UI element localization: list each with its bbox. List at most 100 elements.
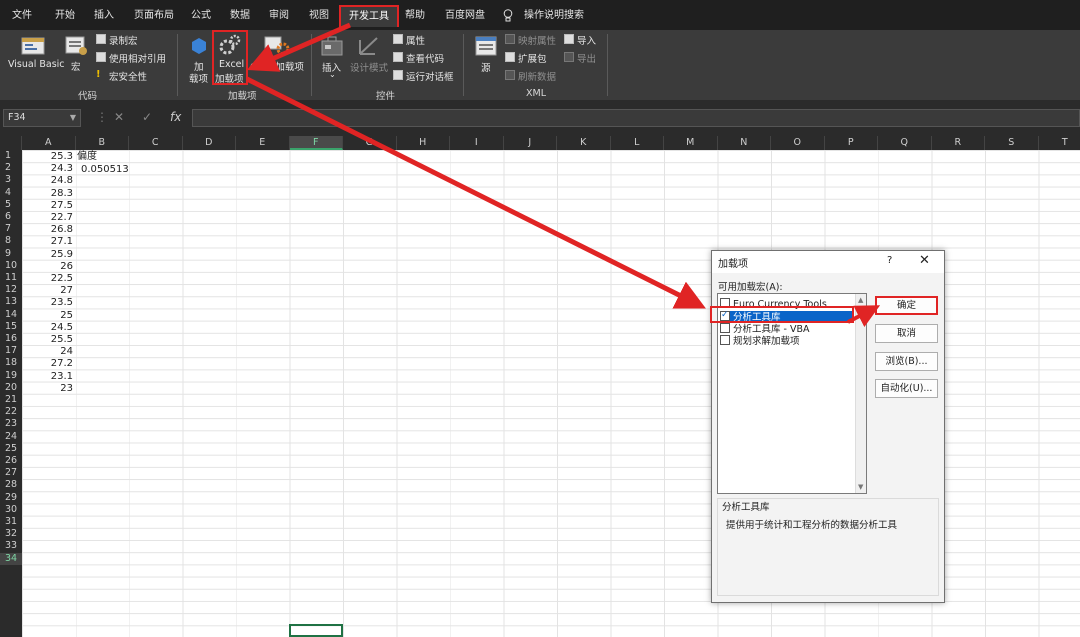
column-header-l[interactable]: L	[611, 136, 664, 150]
row-header-23[interactable]: 23	[0, 418, 22, 430]
row-header-1[interactable]: 1	[0, 150, 22, 162]
tab-formulas[interactable]: 公式	[191, 6, 211, 26]
column-header-a[interactable]: A	[22, 136, 76, 150]
column-header-o[interactable]: O	[771, 136, 825, 150]
column-header-f[interactable]: F	[289, 136, 343, 150]
macros-button[interactable]: 宏	[71, 59, 81, 73]
chevron-down-icon[interactable]: ▼	[70, 110, 76, 126]
row-header-16[interactable]: 16	[0, 333, 22, 345]
cell-a19[interactable]: 23.1	[22, 371, 73, 383]
column-header-k[interactable]: K	[557, 136, 611, 150]
cell-a6[interactable]: 22.7	[22, 212, 73, 224]
column-header-s[interactable]: S	[985, 136, 1039, 150]
cell-a15[interactable]: 24.5	[22, 322, 73, 334]
active-cell[interactable]	[289, 624, 343, 637]
checkbox[interactable]	[720, 323, 730, 333]
cell-a11[interactable]: 22.5	[22, 273, 73, 285]
column-header-n[interactable]: N	[718, 136, 771, 150]
scroll-up-icon[interactable]: ▲	[858, 296, 863, 304]
row-header-28[interactable]: 28	[0, 479, 22, 491]
column-header-i[interactable]: I	[450, 136, 504, 150]
tab-insert[interactable]: 插入	[94, 6, 114, 26]
ok-button[interactable]: 确定	[875, 296, 938, 315]
cell-a9[interactable]: 25.9	[22, 249, 73, 261]
row-header-19[interactable]: 19	[0, 370, 22, 382]
close-button[interactable]: ✕	[919, 253, 930, 268]
cell-a17[interactable]: 24	[22, 346, 73, 358]
row-header-21[interactable]: 21	[0, 394, 22, 406]
column-header-t[interactable]: T	[1039, 136, 1080, 150]
row-header-12[interactable]: 12	[0, 284, 22, 296]
cell-a13[interactable]: 23.5	[22, 297, 73, 309]
cell-a20[interactable]: 23	[22, 383, 73, 395]
row-header-10[interactable]: 10	[0, 260, 22, 272]
properties-button[interactable]: 属性	[406, 33, 425, 47]
tab-help[interactable]: 帮助	[405, 6, 425, 26]
cell-a4[interactable]: 28.3	[22, 188, 73, 200]
column-header-m[interactable]: M	[664, 136, 718, 150]
cell-a10[interactable]: 26	[22, 261, 73, 273]
cell-a7[interactable]: 26.8	[22, 224, 73, 236]
tab-baidu-netdisk[interactable]: 百度网盘	[445, 6, 485, 26]
column-header-q[interactable]: Q	[878, 136, 932, 150]
cell-a2[interactable]: 24.3	[22, 163, 73, 175]
column-header-d[interactable]: D	[183, 136, 236, 150]
tab-data[interactable]: 数据	[230, 6, 250, 26]
row-header-6[interactable]: 6	[0, 211, 22, 223]
macro-security-button[interactable]: 宏安全性	[109, 69, 147, 83]
addins-button-line2[interactable]: 载项	[189, 71, 208, 85]
cancel-formula-button[interactable]: ✕	[114, 110, 124, 124]
column-header-p[interactable]: P	[825, 136, 878, 150]
formula-input[interactable]	[192, 109, 1080, 127]
xml-source-button[interactable]: 源	[481, 60, 491, 74]
row-header-24[interactable]: 24	[0, 431, 22, 443]
column-header-b[interactable]: B	[76, 136, 129, 150]
tab-view[interactable]: 视图	[309, 6, 329, 26]
row-header-4[interactable]: 4	[0, 187, 22, 199]
column-header-g[interactable]: G	[343, 136, 397, 150]
visual-basic-button[interactable]: Visual Basic	[8, 59, 65, 70]
row-header-17[interactable]: 17	[0, 345, 22, 357]
row-header-2[interactable]: 2	[0, 162, 22, 174]
row-header-20[interactable]: 20	[0, 382, 22, 394]
tell-me-search[interactable]: 操作说明搜索	[524, 6, 584, 26]
cell-a5[interactable]: 27.5	[22, 200, 73, 212]
tab-file[interactable]: 文件	[12, 6, 32, 26]
record-macro-button[interactable]: 录制宏	[109, 33, 138, 47]
scroll-down-icon[interactable]: ▼	[858, 483, 863, 491]
cell-a14[interactable]: 25	[22, 310, 73, 322]
cell-a16[interactable]: 25.5	[22, 334, 73, 346]
cell-a12[interactable]: 27	[22, 285, 73, 297]
insert-function-button[interactable]: fx	[170, 110, 181, 124]
row-header-15[interactable]: 15	[0, 321, 22, 333]
list-item-analysis-toolpak-vba[interactable]: 分析工具库 - VBA	[720, 323, 854, 335]
row-header-32[interactable]: 32	[0, 528, 22, 540]
list-item-solver[interactable]: 规划求解加载项	[720, 335, 854, 347]
row-header-29[interactable]: 29	[0, 492, 22, 504]
cell-b2[interactable]: 0.050513	[81, 164, 129, 176]
addins-listbox[interactable]: Euro Currency Tools 分析工具库 分析工具库 - VBA 规划…	[717, 293, 867, 494]
cell-a18[interactable]: 27.2	[22, 358, 73, 370]
cell-b1[interactable]: 偏度	[77, 151, 97, 163]
export-button[interactable]: 导出	[577, 51, 596, 65]
view-code-button[interactable]: 查看代码	[406, 51, 444, 65]
row-header-8[interactable]: 8	[0, 235, 22, 247]
design-mode-button[interactable]: 设计模式	[350, 60, 388, 74]
tab-review[interactable]: 审阅	[269, 6, 289, 26]
column-header-h[interactable]: H	[397, 136, 450, 150]
row-header-26[interactable]: 26	[0, 455, 22, 467]
row-header-14[interactable]: 14	[0, 309, 22, 321]
checkbox[interactable]	[720, 335, 730, 345]
tab-developer[interactable]: 开发工具	[339, 5, 399, 27]
cell-a1[interactable]: 25.3	[22, 151, 73, 163]
column-header-c[interactable]: C	[129, 136, 183, 150]
row-header-18[interactable]: 18	[0, 357, 22, 369]
cancel-button[interactable]: 取消	[875, 324, 938, 343]
help-button[interactable]: ?	[887, 255, 892, 266]
relative-reference-button[interactable]: 使用相对引用	[109, 51, 166, 65]
tab-page-layout[interactable]: 页面布局	[134, 6, 174, 26]
column-header-e[interactable]: E	[236, 136, 290, 150]
enter-formula-button[interactable]: ✓	[142, 110, 152, 124]
select-all-corner[interactable]	[0, 136, 22, 150]
automation-button[interactable]: 自动化(U)...	[875, 379, 938, 398]
